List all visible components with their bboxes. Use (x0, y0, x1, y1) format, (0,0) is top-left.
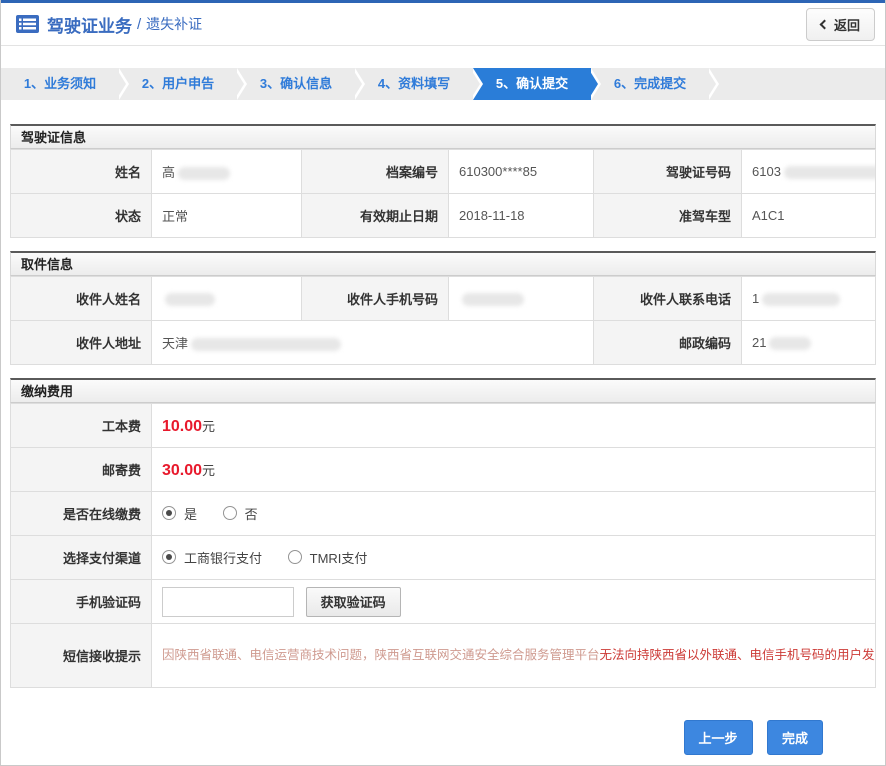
table-row: 是否在线缴费 是 否 (11, 492, 876, 536)
recipient-name-value (152, 277, 302, 321)
license-info-section: 驾驶证信息 姓名 高 档案编号 610300****85 驾驶证号码 6103 … (10, 124, 876, 238)
status-value: 正常 (152, 194, 302, 238)
production-fee-amount: 10.00 (162, 418, 202, 435)
step-5-confirm-submit[interactable]: 5、确认提交 (473, 68, 591, 100)
breadcrumb-current: 遗失补证 (146, 14, 202, 34)
finish-button[interactable]: 完成 (767, 720, 823, 755)
redacted-value (191, 338, 341, 351)
name-label: 姓名 (11, 150, 152, 194)
table-row: 收件人姓名 收件人手机号码 收件人联系电话 1 (11, 277, 876, 321)
recipient-phone-label: 收件人联系电话 (594, 277, 742, 321)
step-2-declaration[interactable]: 2、用户申告 (119, 68, 237, 100)
license-no-value: 6103 (742, 150, 876, 194)
table-row: 工本费 10.00元 (11, 404, 876, 448)
chevron-left-icon (820, 19, 830, 29)
mailing-fee-label: 邮寄费 (11, 448, 152, 492)
recipient-address-label: 收件人地址 (11, 321, 152, 365)
payment-channel-label: 选择支付渠道 (11, 536, 152, 580)
sms-notice-label: 短信接收提示 (11, 624, 152, 688)
table-row: 状态 正常 有效期止日期 2018-11-18 准驾车型 A1C1 (11, 194, 876, 238)
verification-code-cell: 获取验证码 (152, 580, 876, 624)
online-payment-label: 是否在线缴费 (11, 492, 152, 536)
recipient-mobile-label: 收件人手机号码 (302, 277, 449, 321)
name-value: 高 (152, 150, 302, 194)
footer-actions: 上一步 完成 (1, 720, 885, 755)
table-row: 短信接收提示 因陕西省联通、电信运营商技术问题，陕西省互联网交通安全综合服务管理… (11, 624, 876, 688)
radio-checked-icon (162, 506, 176, 520)
radio-channel-tmri[interactable]: TMRI支付 (288, 548, 368, 567)
file-no-label: 档案编号 (302, 150, 449, 194)
table-row: 姓名 高 档案编号 610300****85 驾驶证号码 6103 (11, 150, 876, 194)
back-button[interactable]: 返回 (806, 8, 875, 41)
pickup-info-table: 收件人姓名 收件人手机号码 收件人联系电话 1 收件人地址 天津 邮政编码 21 (10, 276, 876, 365)
table-row: 收件人地址 天津 邮政编码 21 (11, 321, 876, 365)
radio-channel-icbc[interactable]: 工商银行支付 (162, 548, 262, 567)
redacted-value (769, 337, 811, 350)
expiry-label: 有效期止日期 (302, 194, 449, 238)
recipient-address-value: 天津 (152, 321, 594, 365)
payment-channel-options: 工商银行支付 TMRI支付 (152, 536, 876, 580)
recipient-name-label: 收件人姓名 (11, 277, 152, 321)
mailing-fee-value: 30.00元 (152, 448, 876, 492)
step-6-complete[interactable]: 6、完成提交 (591, 68, 709, 100)
table-row: 手机验证码 获取验证码 (11, 580, 876, 624)
sms-notice-part1: 因陕西省联通、电信运营商技术问题，陕西省互联网交通安全综合服务管理平台 (162, 648, 600, 662)
recipient-mobile-value (449, 277, 594, 321)
postcode-value: 21 (742, 321, 876, 365)
page: 驾驶证业务 / 遗失补证 返回 1、业务须知 2、用户申告 3、确认信息 4、资… (0, 0, 886, 766)
online-payment-options: 是 否 (152, 492, 876, 536)
fees-section: 缴纳费用 工本费 10.00元 邮寄费 30.00元 是否在线缴费 是 否 选择… (10, 378, 876, 688)
recipient-phone-value: 1 (742, 277, 876, 321)
pickup-info-section: 取件信息 收件人姓名 收件人手机号码 收件人联系电话 1 收件人地址 天津 邮政… (10, 251, 876, 365)
expiry-value: 2018-11-18 (449, 194, 594, 238)
fees-section-title: 缴纳费用 (10, 378, 876, 403)
step-3-confirm-info[interactable]: 3、确认信息 (237, 68, 355, 100)
form-list-icon (16, 15, 39, 33)
verification-code-label: 手机验证码 (11, 580, 152, 624)
radio-online-no[interactable]: 否 (223, 504, 258, 523)
postcode-label: 邮政编码 (594, 321, 742, 365)
vehicle-type-value: A1C1 (742, 194, 876, 238)
mailing-fee-amount: 30.00 (162, 462, 202, 479)
production-fee-value: 10.00元 (152, 404, 876, 448)
license-no-label: 驾驶证号码 (594, 150, 742, 194)
get-code-button[interactable]: 获取验证码 (306, 587, 401, 617)
pickup-info-section-title: 取件信息 (10, 251, 876, 276)
redacted-value (762, 293, 840, 306)
production-fee-label: 工本费 (11, 404, 152, 448)
previous-step-button[interactable]: 上一步 (684, 720, 753, 755)
file-no-value: 610300****85 (449, 150, 594, 194)
production-fee-unit: 元 (202, 419, 215, 434)
status-label: 状态 (11, 194, 152, 238)
radio-checked-icon (162, 550, 176, 564)
back-button-label: 返回 (834, 15, 860, 34)
page-title: 驾驶证业务 (47, 12, 132, 37)
radio-online-yes[interactable]: 是 (162, 504, 197, 523)
sms-notice-text: 因陕西省联通、电信运营商技术问题，陕西省互联网交通安全综合服务管理平台无法向持陕… (152, 624, 876, 688)
breadcrumb-separator: / (137, 16, 141, 33)
vehicle-type-label: 准驾车型 (594, 194, 742, 238)
mailing-fee-unit: 元 (202, 463, 215, 478)
table-row: 邮寄费 30.00元 (11, 448, 876, 492)
step-wizard-filler (709, 68, 885, 100)
redacted-value (178, 167, 230, 180)
redacted-value (784, 166, 876, 179)
step-wizard: 1、业务须知 2、用户申告 3、确认信息 4、资料填写 5、确认提交 6、完成提… (1, 68, 885, 100)
redacted-value (165, 293, 215, 306)
redacted-value (462, 293, 524, 306)
fees-table: 工本费 10.00元 邮寄费 30.00元 是否在线缴费 是 否 选择支付渠道 … (10, 403, 876, 688)
step-4-fill-data[interactable]: 4、资料填写 (355, 68, 473, 100)
verification-code-input[interactable] (162, 587, 294, 617)
license-info-section-title: 驾驶证信息 (10, 124, 876, 149)
license-info-table: 姓名 高 档案编号 610300****85 驾驶证号码 6103 状态 正常 … (10, 149, 876, 238)
table-row: 选择支付渠道 工商银行支付 TMRI支付 (11, 536, 876, 580)
page-header: 驾驶证业务 / 遗失补证 返回 (1, 3, 885, 46)
radio-unchecked-icon (223, 506, 237, 520)
step-1-notice[interactable]: 1、业务须知 (1, 68, 119, 100)
radio-unchecked-icon (288, 550, 302, 564)
sms-notice-part2: 无法向持陕西省以外联通、电信手机号码的用户发送短信, (600, 648, 876, 662)
